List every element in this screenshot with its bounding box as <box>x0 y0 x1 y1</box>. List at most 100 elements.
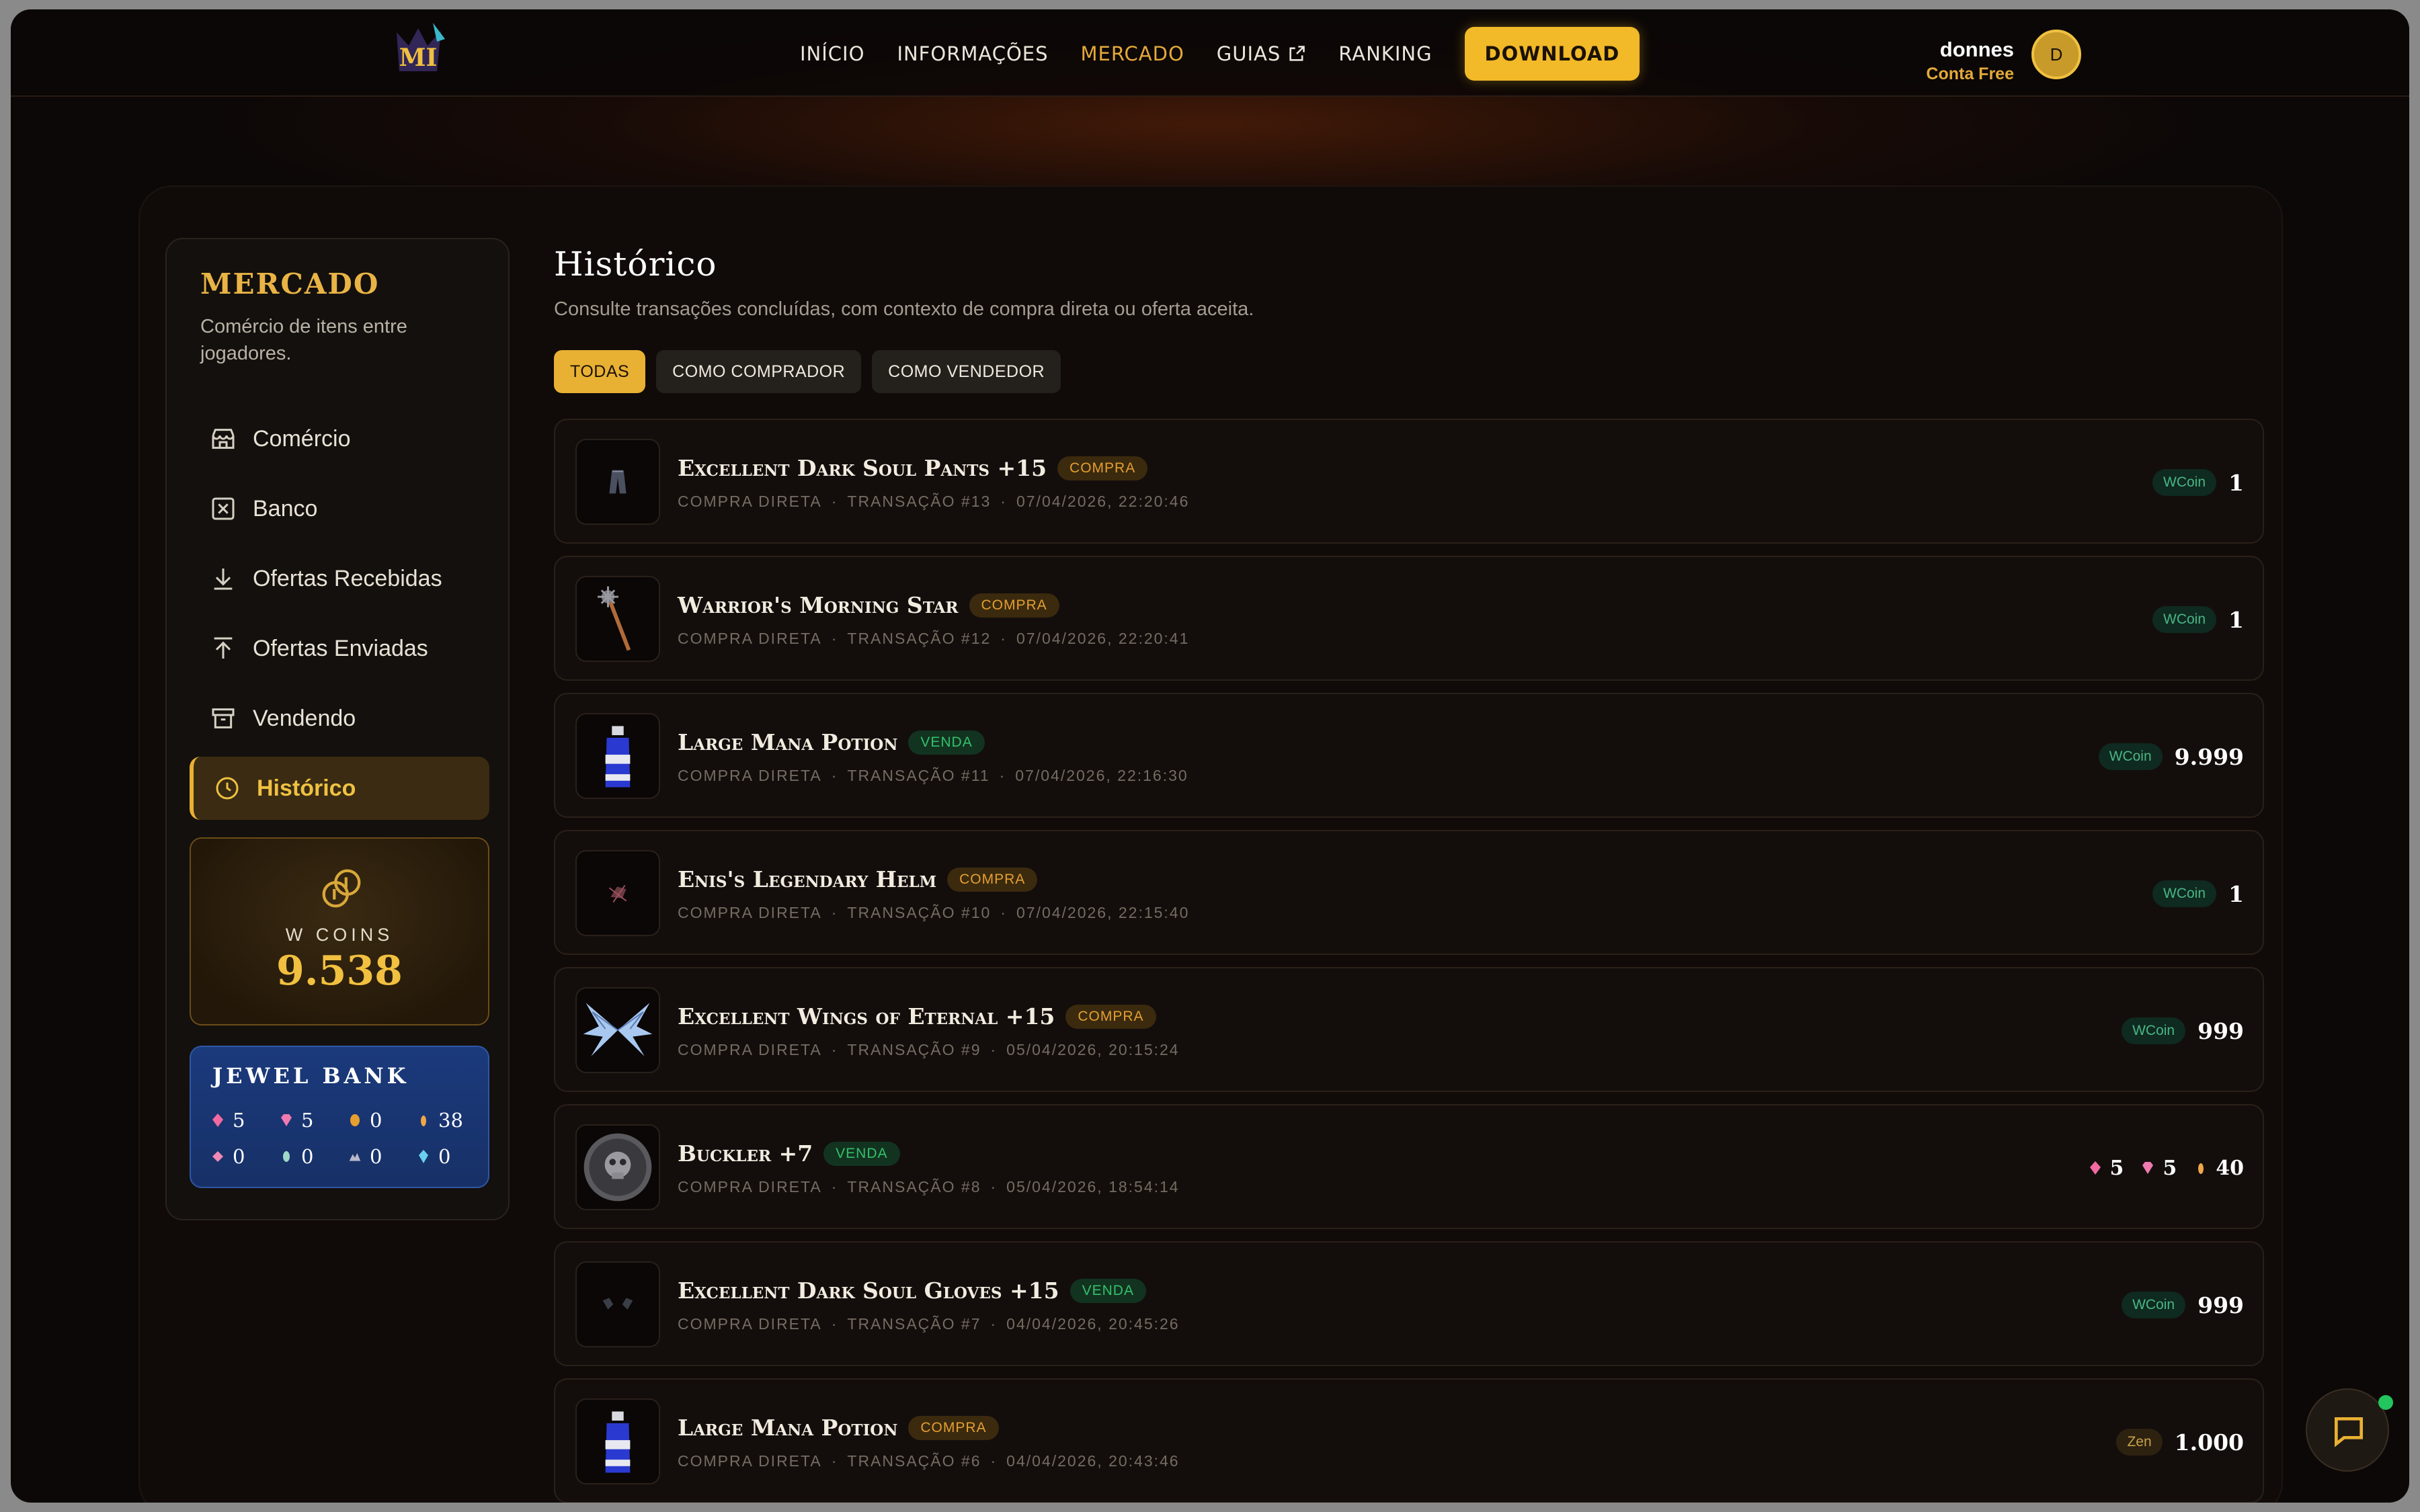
nav-ranking[interactable]: RANKING <box>1338 42 1432 65</box>
transaction-date: 04/04/2026, 20:43:46 <box>1006 1452 1180 1470</box>
chaos-jewel-icon <box>2198 1163 2204 1174</box>
item-name: Excellent Dark Soul Gloves +15 <box>678 1277 1059 1304</box>
item-name: Excellent Dark Soul Pants +15 <box>678 455 1047 481</box>
transaction-row[interactable]: Excellent Wings of Eternal +15 COMPRA CO… <box>554 967 2264 1092</box>
gloves-icon <box>602 1298 633 1310</box>
currency-badge: WCoin <box>2152 469 2217 496</box>
sidebar-item-ofertas-enviadas[interactable]: Ofertas Enviadas <box>190 617 489 680</box>
row-meta: COMPRA DIRETA · TRANSAÇÃO #9 · 05/04/2026, 2… <box>678 1041 1180 1059</box>
price-amount: 1 <box>2228 880 2244 907</box>
sidebar-item-ofertas-recebidas[interactable]: Ofertas Recebidas <box>190 547 489 610</box>
filter-tabs: TODAS COMO COMPRADOR COMO VENDEDOR <box>554 350 2264 393</box>
filter-como-vendedor[interactable]: COMO VENDEDOR <box>872 350 1061 393</box>
transaction-id: TRANSAÇÃO #9 <box>847 1041 981 1058</box>
bless-jewel-icon <box>212 1114 223 1127</box>
download-button[interactable]: DOWNLOAD <box>1464 27 1640 81</box>
item-thumbnail <box>575 850 660 936</box>
sidebar-subtitle: Comércio de itens entre jogadores. <box>200 316 407 364</box>
nav-label: MERCADO <box>1080 42 1184 65</box>
mode-label: COMPRA DIRETA <box>678 1041 822 1058</box>
jewel-bless: 5 <box>211 1109 280 1132</box>
transaction-id: TRANSAÇÃO #12 <box>847 630 992 647</box>
row-title: Excellent Wings of Eternal +15 COMPRA <box>678 1003 1156 1030</box>
transaction-id: TRANSAÇÃO #7 <box>847 1315 981 1333</box>
jewel-count: 0 <box>438 1145 451 1168</box>
price: WCoin 1 <box>2152 557 2244 682</box>
separator: · <box>831 1041 838 1058</box>
app-window: MI INÍCIO INFORMAÇÕES MERCADO GUIAS RANK… <box>11 9 2409 1503</box>
item-name: Large Mana Potion <box>678 729 898 755</box>
sidebar-item-label: Banco <box>253 495 318 521</box>
price-amount: 1 <box>2228 606 2244 633</box>
main-nav: INÍCIO INFORMAÇÕES MERCADO GUIAS RANKING… <box>800 27 1640 81</box>
jewel-count: 0 <box>370 1109 382 1132</box>
mode-label: COMPRA DIRETA <box>678 1452 822 1470</box>
upload-icon <box>214 637 233 659</box>
transaction-row[interactable]: Excellent Dark Soul Gloves +15 VENDA COM… <box>554 1241 2264 1366</box>
nav-label: GUIAS <box>1216 42 1281 65</box>
chat-button[interactable] <box>2306 1388 2393 1472</box>
transaction-row[interactable]: Large Mana Potion COMPRA COMPRA DIRETA · T… <box>554 1378 2264 1503</box>
nav-mercado[interactable]: MERCADO <box>1081 42 1184 65</box>
avatar[interactable]: D <box>2031 30 2081 79</box>
sidebar-item-historico[interactable]: Histórico <box>190 757 489 820</box>
separator: · <box>990 1178 998 1195</box>
transaction-date: 05/04/2026, 20:15:24 <box>1006 1041 1180 1058</box>
sidebar-item-banco[interactable]: Banco <box>190 477 489 540</box>
currency-badge: WCoin <box>2152 606 2217 633</box>
type-badge: VENDA <box>1070 1278 1146 1303</box>
currency-badge: WCoin <box>2122 1292 2186 1318</box>
price: WCoin 999 <box>2122 968 2244 1093</box>
user-name: donnes <box>1939 38 2014 61</box>
item-thumbnail <box>575 1124 660 1210</box>
separator: · <box>831 1452 838 1470</box>
transaction-date: 07/04/2026, 22:16:30 <box>1015 767 1188 784</box>
item-thumbnail <box>575 439 660 525</box>
jewel-gemstone: 0 <box>417 1145 485 1168</box>
jewel-soul: 5 <box>280 1109 348 1132</box>
bless-jewel-icon <box>2089 1161 2101 1175</box>
item-name: Large Mana Potion <box>678 1415 898 1441</box>
separator: · <box>831 493 838 510</box>
jewel-chaos: 38 <box>417 1109 485 1132</box>
sidebar-item-label: Ofertas Enviadas <box>253 635 428 661</box>
coins-icon <box>322 869 361 908</box>
item-name: Excellent Wings of Eternal +15 <box>678 1003 1055 1030</box>
transaction-row[interactable]: Large Mana Potion VENDA COMPRA DIRETA · TR… <box>554 693 2264 818</box>
wcoins-card: W COINS 9.538 <box>190 837 489 1025</box>
type-badge: COMPRA <box>1057 456 1148 480</box>
nav-informacoes[interactable]: INFORMAÇÕES <box>897 42 1048 65</box>
sidebar-item-vendendo[interactable]: Vendendo <box>190 687 489 750</box>
nav-label: INFORMAÇÕES <box>897 42 1049 65</box>
user-menu[interactable]: donnes Conta Free D <box>1893 30 2081 83</box>
filter-todas[interactable]: TODAS <box>554 350 646 393</box>
page-title: Histórico <box>554 245 717 284</box>
transaction-row[interactable]: Enis's Legendary Helm COMPRA COMPRA DIRE… <box>554 830 2264 955</box>
soul-jewel-icon <box>2142 1162 2154 1174</box>
gemstone-icon <box>419 1150 428 1163</box>
transaction-row[interactable]: Buckler +7 VENDA COMPRA DIRETA · TRANSAÇÃO… <box>554 1104 2264 1229</box>
jewel-row: 0 0 0 0 <box>211 1145 485 1168</box>
mode-label: COMPRA DIRETA <box>678 767 822 784</box>
transaction-date: 04/04/2026, 20:45:26 <box>1006 1315 1180 1333</box>
nav-guias[interactable]: GUIAS <box>1217 42 1307 65</box>
sidebar-item-label: Vendendo <box>253 705 356 731</box>
transaction-row[interactable]: Excellent Dark Soul Pants +15 COMPRA COM… <box>554 419 2264 544</box>
item-name: Buckler +7 <box>678 1140 813 1167</box>
row-title: Enis's Legendary Helm COMPRA <box>678 866 1038 892</box>
transaction-row[interactable]: Warrior's Morning Star COMPRA COMPRA DIR… <box>554 556 2264 681</box>
filter-como-comprador[interactable]: COMO COMPRADOR <box>656 350 862 393</box>
logo[interactable]: MI <box>383 19 453 89</box>
mace-icon <box>597 586 631 651</box>
row-meta: COMPRA DIRETA · TRANSAÇÃO #10 · 07/04/2026, … <box>678 904 1189 922</box>
separator: · <box>831 904 838 921</box>
price: WCoin 9.999 <box>2098 694 2244 819</box>
jewel-amount: 5 <box>2163 1156 2177 1180</box>
pants-icon <box>609 470 627 494</box>
nav-inicio[interactable]: INÍCIO <box>800 42 864 65</box>
type-badge: COMPRA <box>969 593 1059 618</box>
item-thumbnail <box>575 576 660 662</box>
row-meta: COMPRA DIRETA · TRANSAÇÃO #6 · 04/04/2026, 2… <box>678 1452 1180 1470</box>
separator: · <box>831 1178 838 1195</box>
sidebar-item-comercio[interactable]: Comércio <box>190 407 489 470</box>
